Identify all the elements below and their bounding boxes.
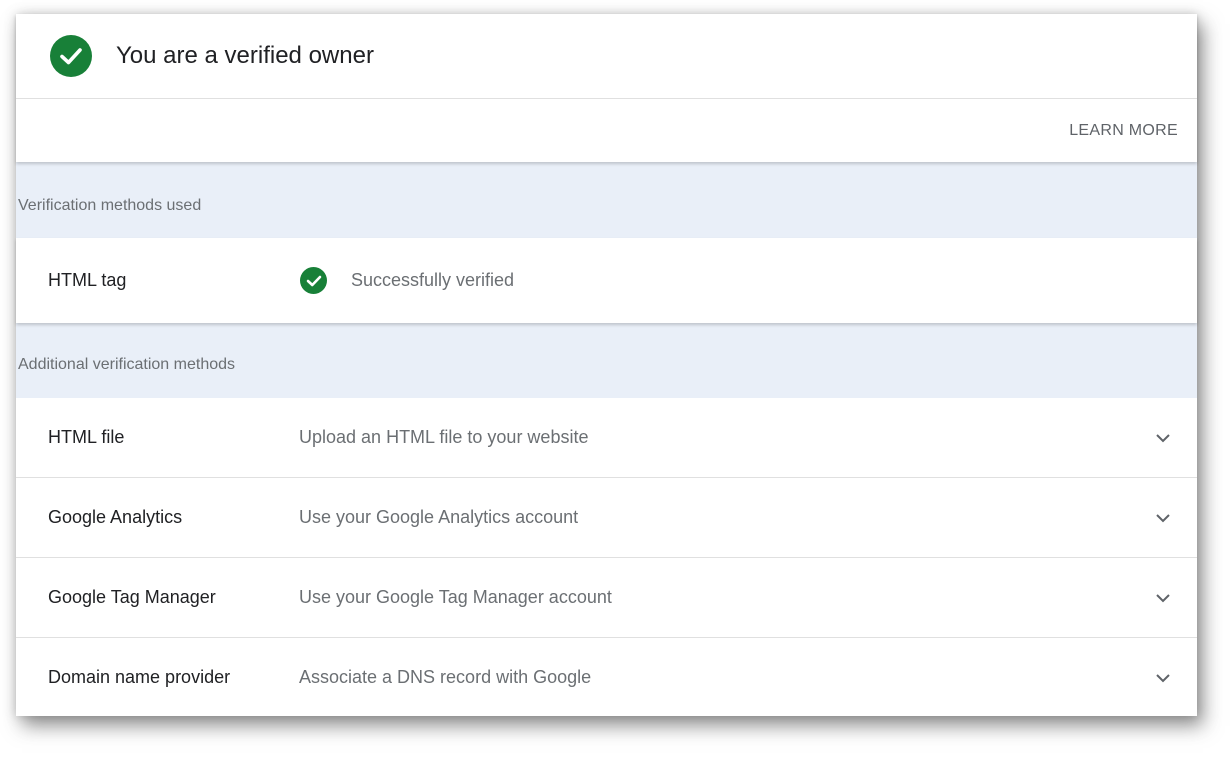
verification-panel: You are a verified owner LEARN MORE Veri…: [16, 14, 1197, 716]
method-name: Google Tag Manager: [48, 587, 216, 607]
method-row-domain-name-provider[interactable]: Domain name provider Associate a DNS rec…: [16, 638, 1197, 717]
method-description: Upload an HTML file to your website: [299, 427, 589, 447]
method-name: HTML tag: [48, 270, 127, 290]
check-circle-icon: [50, 35, 92, 77]
method-name: HTML file: [48, 427, 125, 447]
method-description: Use your Google Tag Manager account: [299, 587, 612, 607]
verification-status: Successfully verified: [300, 267, 514, 294]
chevron-down-icon[interactable]: [1155, 513, 1171, 523]
method-description: Use your Google Analytics account: [299, 507, 579, 527]
verified-owner-card: You are a verified owner LEARN MORE: [16, 14, 1197, 162]
owner-actions: LEARN MORE: [16, 99, 1197, 162]
method-name: Domain name provider: [48, 667, 231, 687]
method-row-google-analytics[interactable]: Google Analytics Use your Google Analyti…: [16, 478, 1197, 558]
additional-methods-heading: Additional verification methods: [18, 356, 236, 373]
additional-methods-list: HTML file Upload an HTML file to your we…: [16, 398, 1197, 716]
chevron-down-icon[interactable]: [1155, 673, 1171, 683]
chevron-down-icon[interactable]: [1155, 593, 1171, 603]
method-row-html-file[interactable]: HTML file Upload an HTML file to your we…: [16, 398, 1197, 478]
check-circle-icon: [300, 267, 327, 294]
owner-status-title: You are a verified owner: [116, 42, 374, 69]
chevron-down-icon[interactable]: [1155, 433, 1171, 443]
used-methods-heading: Verification methods used: [18, 197, 202, 214]
learn-more-button[interactable]: LEARN MORE: [1069, 122, 1178, 140]
used-method-row: HTML tag Successfully verified: [16, 238, 1197, 323]
owner-header: You are a verified owner: [16, 14, 1197, 99]
status-text: Successfully verified: [351, 270, 515, 290]
method-description: Associate a DNS record with Google: [299, 667, 592, 687]
method-row-google-tag-manager[interactable]: Google Tag Manager Use your Google Tag M…: [16, 558, 1197, 638]
method-name: Google Analytics: [48, 507, 183, 527]
